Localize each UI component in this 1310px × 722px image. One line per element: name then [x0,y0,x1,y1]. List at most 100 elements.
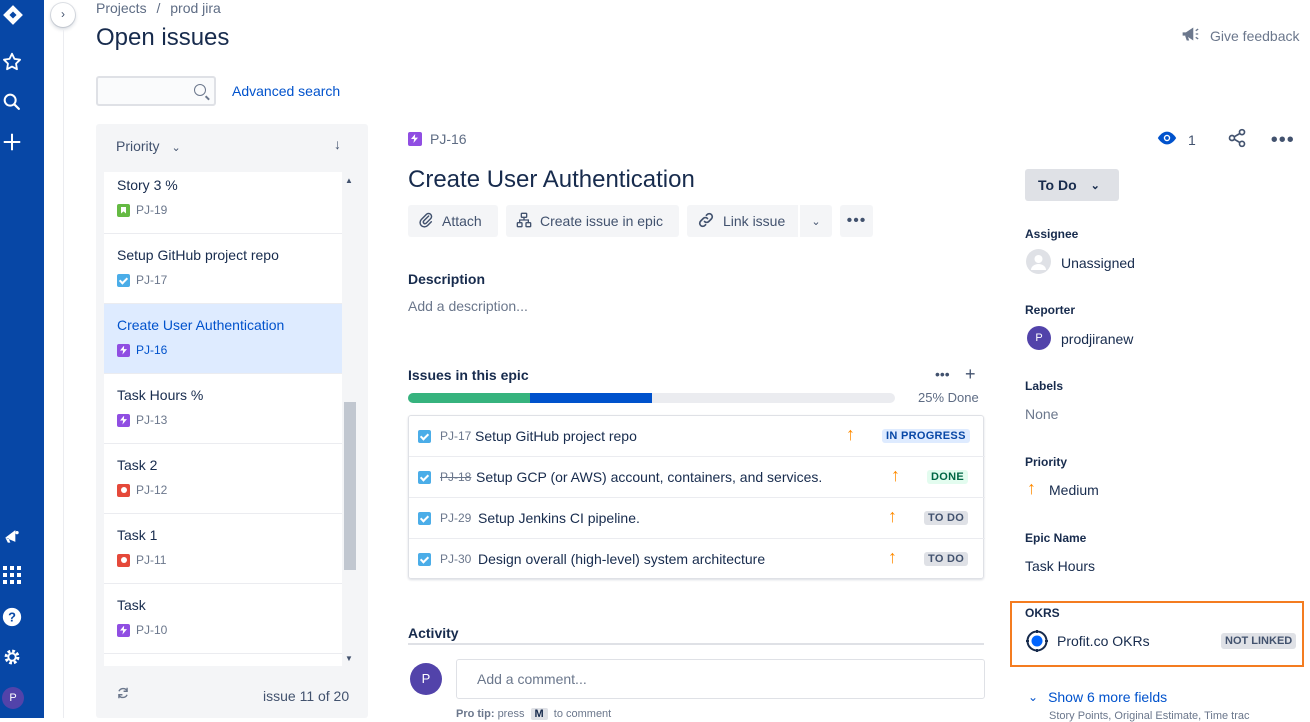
epic-more-icon[interactable]: ••• [935,366,950,382]
status-badge[interactable]: TO DO [924,511,969,525]
progress-label: 25% Done [918,390,979,405]
priority-value[interactable]: Medium [1049,482,1099,498]
list-scrollbar-thumb[interactable] [344,402,356,570]
labels-value[interactable]: None [1025,406,1058,422]
table-row[interactable]: PJ-29 Setup Jenkins CI pipeline. ↑ TO DO [409,498,985,539]
list-item-title: Task 2 [117,457,158,473]
table-row[interactable]: PJ-17 Setup GitHub project repo ↑ IN PRO… [409,416,985,457]
breadcrumb-project-link[interactable]: prod jira [170,0,221,16]
epic-name-label: Epic Name [1025,531,1087,545]
issue-key-breadcrumb[interactable]: PJ-16 [408,131,467,147]
collapse-sidebar-button[interactable]: › [51,3,75,27]
activity-heading: Activity [408,625,459,641]
app-switcher-icon[interactable] [0,566,24,590]
link-icon [697,211,715,232]
list-item-selected[interactable]: Create User Authentication PJ-16 [104,304,342,374]
list-item-key: PJ-10 [136,623,168,637]
issue-key: PJ-16 [430,131,467,147]
comment-input[interactable]: Add a comment... [456,659,985,699]
create-issue-in-epic-button[interactable]: Create issue in epic [506,205,679,237]
pro-tip-suffix: to comment [553,708,612,720]
priority-label: Priority [1025,455,1068,469]
child-summary[interactable]: Setup GCP (or AWS) account, containers, … [476,469,822,485]
list-item[interactable]: Task Hours % PJ-13 [104,374,342,444]
help-icon[interactable]: ? [0,606,24,630]
notifications-megaphone-icon[interactable] [0,526,24,550]
share-icon[interactable] [1227,128,1247,151]
epic-name-value[interactable]: Task Hours [1025,558,1095,574]
task-icon [418,471,431,484]
list-item-key: PJ-19 [136,203,168,217]
search-icon[interactable] [0,91,24,115]
scroll-up-arrow-icon[interactable]: ▲ [345,176,353,185]
link-issue-dropdown-chevron-icon[interactable]: ⌄ [800,205,832,237]
star-icon[interactable] [0,51,24,75]
attach-button[interactable]: Attach [408,205,498,237]
breadcrumb-separator: / [156,0,161,16]
task-icon [418,430,431,443]
status-badge[interactable]: DONE [927,470,968,484]
pro-tip-press: press [497,708,525,720]
list-item[interactable]: Task PJ-10 [104,584,342,654]
breadcrumb-projects-link[interactable]: Projects [96,0,147,16]
breadcrumb: Projects / prod jira [96,0,221,16]
list-item-title: Task [117,597,146,613]
reporter-value[interactable]: prodjiranew [1061,331,1133,347]
okrs-app-name[interactable]: Profit.co OKRs [1057,633,1150,649]
list-item-key: PJ-13 [136,413,168,427]
list-item[interactable]: Setup GitHub project repo PJ-17 [104,234,342,304]
task-icon [418,553,431,566]
child-key[interactable]: PJ-30 [440,552,471,566]
issue-search-input[interactable] [96,76,216,106]
sort-direction-arrow-icon[interactable]: ↓ [334,136,341,152]
child-summary[interactable]: Setup Jenkins CI pipeline. [478,510,640,526]
status-badge[interactable]: IN PROGRESS [882,429,970,443]
child-key[interactable]: PJ-18 [440,470,471,484]
reporter-avatar: P [1027,326,1051,350]
settings-gear-icon[interactable] [0,646,24,670]
priority-medium-icon: ↑ [888,547,897,567]
table-row[interactable]: PJ-30 Design overall (high-level) system… [409,539,985,580]
issue-title[interactable]: Create User Authentication [408,166,695,194]
list-item[interactable]: Story 3 % PJ-19 [104,172,342,234]
show-more-fields-button[interactable]: ⌄ Show 6 more fields [1028,689,1167,705]
description-input[interactable]: Add a description... [408,298,528,314]
list-item[interactable]: Task 2 PJ-12 [104,444,342,514]
show-more-label: Show 6 more fields [1048,689,1168,705]
watchers-count: 1 [1188,131,1196,148]
jira-logo-icon[interactable] [1,4,25,28]
create-plus-icon[interactable] [0,131,24,155]
table-row[interactable]: PJ-18 Setup GCP (or AWS) account, contai… [409,457,985,498]
link-issue-button[interactable]: Link issue [687,205,798,237]
status-badge[interactable]: TO DO [924,552,969,566]
scroll-down-arrow-icon[interactable]: ▼ [345,654,353,663]
child-key[interactable]: PJ-29 [440,511,471,525]
create-issue-in-epic-label: Create issue in epic [540,213,663,229]
watch-eye-icon[interactable] [1156,130,1178,149]
user-avatar[interactable]: P [2,687,24,709]
list-item[interactable]: Task 1 PJ-11 [104,514,342,584]
issue-list: Story 3 % PJ-19 Setup GitHub project rep… [104,172,342,666]
more-actions-icon[interactable]: ••• [1271,130,1295,150]
sort-by-dropdown[interactable]: Priority ⌄ [116,138,181,154]
advanced-search-link[interactable]: Advanced search [232,83,340,99]
list-item-key: PJ-16 [136,343,168,357]
child-key[interactable]: PJ-17 [440,429,471,443]
refresh-icon[interactable] [116,686,130,703]
okrs-label: OKRS [1025,606,1060,620]
list-item-title: Task 1 [117,527,158,543]
status-dropdown-button[interactable]: To Do ⌄ [1025,169,1119,201]
give-feedback-label: Give feedback [1210,27,1300,44]
issue-counter: issue 11 of 20 [263,688,350,704]
list-item-title: Create User Authentication [117,317,285,333]
description-heading: Description [408,271,486,287]
give-feedback-button[interactable]: Give feedback [1180,25,1300,46]
assignee-value[interactable]: Unassigned [1061,255,1135,271]
child-summary[interactable]: Design overall (high-level) system archi… [478,551,765,567]
nav-divider [63,30,64,718]
search-icon [194,84,206,96]
child-summary[interactable]: Setup GitHub project repo [475,428,637,444]
more-actions-button[interactable]: ••• [840,205,873,237]
sort-label: Priority [116,138,160,154]
add-child-issue-icon[interactable]: + [965,364,976,385]
